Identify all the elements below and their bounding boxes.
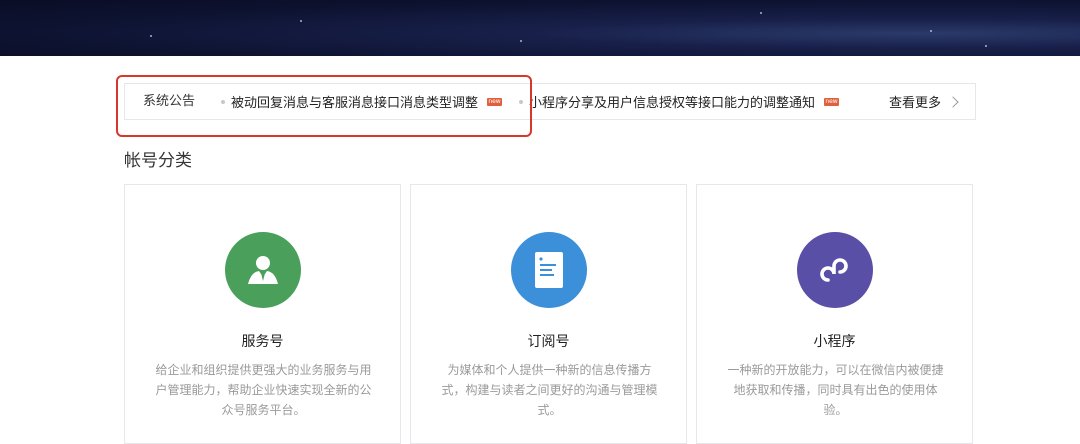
notice-item[interactable]: 被动回复消息与客服消息接口消息类型调整 new <box>221 84 503 119</box>
section-title: 帐号分类 <box>124 151 192 171</box>
star-decoration <box>150 35 152 37</box>
miniprogram-icon <box>797 232 873 308</box>
card-subscription-account[interactable]: 订阅号 为媒体和个人提供一种新的信息传播方式，构建与读者之间更好的沟通与管理模式… <box>410 184 687 444</box>
card-title: 小程序 <box>813 334 856 350</box>
star-decoration <box>520 40 522 42</box>
view-more-link[interactable]: 查看更多 <box>888 84 959 119</box>
bullet-dot <box>221 99 225 104</box>
card-mini-program[interactable]: 小程序 一种新的开放能力，可以在微信内被便捷地获取和传播，同时具有出色的使用体验… <box>696 184 973 444</box>
new-badge: new <box>487 97 503 106</box>
star-decoration <box>985 45 987 47</box>
bullet-dot <box>519 99 523 104</box>
system-notice-bar: 系统公告 被动回复消息与客服消息接口消息类型调整 new 小程序分享及用户信息授… <box>124 83 976 120</box>
person-tie-icon <box>225 232 301 308</box>
document-icon <box>511 232 587 308</box>
card-service-account[interactable]: 服务号 给企业和组织提供更强大的业务服务与用户管理能力，帮助企业快速实现全新的公… <box>124 184 401 444</box>
notice-item-text: 小程序分享及用户信息授权等接口能力的调整通知 <box>529 96 816 111</box>
new-badge: new <box>824 97 840 106</box>
notice-label: 系统公告 <box>143 94 196 109</box>
hero-banner <box>0 0 1080 56</box>
star-decoration <box>300 20 302 22</box>
star-decoration <box>930 30 932 32</box>
notice-item[interactable]: 小程序分享及用户信息授权等接口能力的调整通知 new <box>519 84 840 119</box>
star-decoration <box>760 12 762 14</box>
card-description: 为媒体和个人提供一种新的信息传播方式，构建与读者之间更好的沟通与管理模式。 <box>441 363 658 417</box>
view-more-label: 查看更多 <box>888 96 941 111</box>
card-title: 服务号 <box>241 334 284 350</box>
card-description: 给企业和组织提供更强大的业务服务与用户管理能力，帮助企业快速实现全新的公众号服务… <box>155 363 372 417</box>
card-description: 一种新的开放能力，可以在微信内被便捷地获取和传播，同时具有出色的使用体验。 <box>727 363 944 417</box>
card-title: 订阅号 <box>527 334 570 350</box>
notice-item-text: 被动回复消息与客服消息接口消息类型调整 <box>231 96 479 111</box>
chevron-right-icon <box>947 95 959 108</box>
